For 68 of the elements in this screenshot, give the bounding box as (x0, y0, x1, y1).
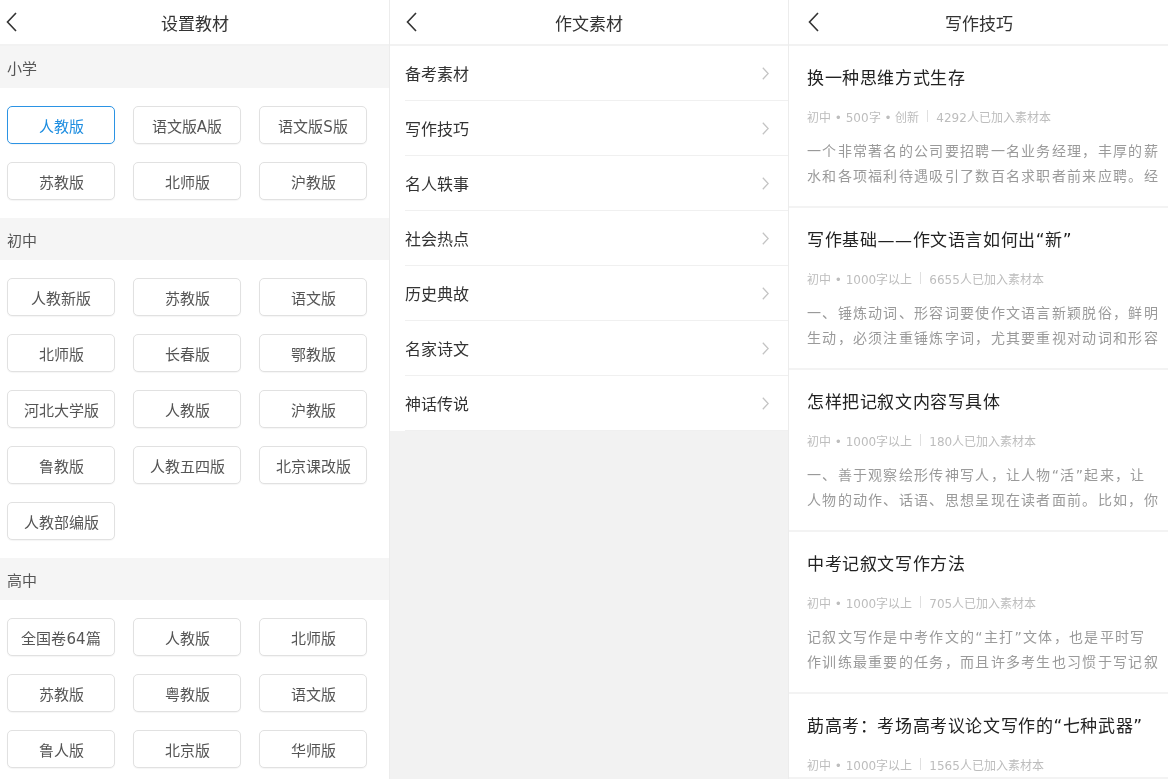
back-icon[interactable] (808, 12, 819, 32)
article-card[interactable]: 换一种思维方式生存 初中 • 500字 • 创新 4292人已加入素材本 一个非常著名的公司要招聘一名业务经理，丰厚的薪 水和各项福利待遇吸引了数百名求职者前来应聘。经 (789, 46, 1168, 208)
textbook-option[interactable]: 语文版S版 (259, 106, 367, 144)
section-heading: 初中 (0, 218, 389, 260)
article-title: 换一种思维方式生存 (807, 67, 966, 90)
textbook-option[interactable]: 语文版A版 (133, 106, 241, 144)
textbook-option[interactable]: 沪教版 (259, 162, 367, 200)
textbook-option[interactable]: 长春版 (133, 334, 241, 372)
article-card[interactable]: 怎样把记叙文内容写具体 初中 • 1000字以上 180人已加入素材本 一、善于观察绘形传神写人，让人物“活”起来，让 人物的动作、话语、思想呈现在读者面前。比如，你 (789, 370, 1168, 532)
textbook-option[interactable]: 语文版 (259, 674, 367, 712)
article-meta: 初中 • 1000字以上 (807, 271, 913, 287)
article-meta: 初中 • 500字 • 创新 (807, 109, 920, 125)
textbook-option[interactable]: 鄂教版 (259, 334, 367, 372)
article-card[interactable]: 中考记叙文写作方法 初中 • 1000字以上 705人已加入素材本 记叙文写作是中考作文的“主打”文体，也是平时写 作训练最重要的任务，而且许多考生也习惯于写记叙 (789, 532, 1168, 694)
textbook-option[interactable]: 北师版 (259, 618, 367, 656)
textbook-option[interactable]: 人教新版 (7, 278, 115, 316)
article-meta: 初中 • 1000字以上 (807, 595, 913, 611)
screen-title: 作文素材 (555, 12, 623, 35)
textbook-option[interactable]: 粤教版 (133, 674, 241, 712)
textbook-option[interactable]: 语文版 (259, 278, 367, 316)
textbook-option[interactable]: 人教版 (7, 106, 115, 144)
section-heading: 小学 (0, 46, 389, 88)
textbook-option[interactable]: 苏教版 (7, 162, 115, 200)
article-meta: 初中 • 1000字以上 (807, 757, 913, 773)
article-card[interactable]: 莇高考：考场高考议论文写作的“七种武器” 初中 • 1000字以上 1565人已加入素材本 (789, 694, 1168, 779)
textbook-option[interactable]: 全国卷64篇 (7, 618, 115, 656)
screen-title: 写作技巧 (944, 12, 1013, 35)
textbook-option[interactable]: 人教部编版 (7, 502, 115, 540)
textbook-option[interactable]: 人教五四版 (133, 446, 241, 484)
reader-count: 180人已加入素材本 (929, 433, 1037, 449)
textbook-option[interactable]: 苏教版 (133, 278, 241, 316)
article-title: 中考记叙文写作方法 (807, 553, 966, 576)
article-title: 怎样把记叙文内容写具体 (807, 391, 1001, 414)
reader-count: 6655人已加入素材本 (929, 271, 1044, 287)
reader-count: 4292人已加入素材本 (936, 109, 1051, 125)
article-meta: 初中 • 1000字以上 (807, 433, 913, 449)
article-card[interactable]: 写作基础——作文语言如何出“新” 初中 • 1000字以上 6655人已加入素材本 一、锤炼动词、形容词要使作文语言新颖脱俗，鲜明 生动，必须注重锤炼字词，尤其要重视对动词和形容 (789, 208, 1168, 370)
reader-count: 705人已加入素材本 (929, 595, 1037, 611)
textbook-option[interactable]: 北师版 (7, 334, 115, 372)
article-excerpt: 一、锤炼动词、形容词要使作文语言新颖脱俗，鲜明 生动，必须注重锤炼字词，尤其要重视对动词和形容 (807, 304, 1159, 348)
textbook-option[interactable]: 沪教版 (259, 390, 367, 428)
chevron-right-icon (762, 286, 769, 300)
textbook-option[interactable]: 北京版 (133, 730, 241, 768)
textbook-option[interactable]: 鲁教版 (7, 446, 115, 484)
textbook-option[interactable]: 鲁人版 (7, 730, 115, 768)
textbook-option[interactable]: 河北大学版 (7, 390, 115, 428)
article-title: 写作基础——作文语言如何出“新” (807, 229, 1073, 252)
textbook-option[interactable]: 华师版 (259, 730, 367, 768)
textbook-option[interactable]: 苏教版 (7, 674, 115, 712)
textbook-option[interactable]: 北京课改版 (259, 446, 367, 484)
screen-title: 设置教材 (160, 12, 229, 35)
article-excerpt: 一、善于观察绘形传神写人，让人物“活”起来，让 人物的动作、话语、思想呈现在读者面前。比如，你 (807, 466, 1159, 510)
chevron-right-icon (762, 341, 769, 355)
reader-count: 1565人已加入素材本 (929, 757, 1044, 773)
section-heading: 高中 (0, 558, 389, 600)
back-icon[interactable] (6, 12, 17, 32)
chevron-right-icon (762, 121, 769, 135)
article-excerpt: 记叙文写作是中考作文的“主打”文体，也是平时写 作训练最重要的任务，而且许多考生也习惯于写记叙 (807, 628, 1159, 672)
textbook-option[interactable]: 人教版 (133, 618, 241, 656)
chevron-right-icon (762, 231, 769, 245)
article-excerpt: 一个非常著名的公司要招聘一名业务经理，丰厚的薪 水和各项福利待遇吸引了数百名求职者前来应聘。经 (807, 142, 1159, 186)
article-title: 莇高考：考场高考议论文写作的“七种武器” (807, 715, 1143, 738)
chevron-right-icon (762, 396, 769, 410)
back-icon[interactable] (406, 12, 417, 32)
textbook-option[interactable]: 人教版 (133, 390, 241, 428)
chevron-right-icon (762, 66, 769, 80)
chevron-right-icon (762, 176, 769, 190)
textbook-option[interactable]: 北师版 (133, 162, 241, 200)
